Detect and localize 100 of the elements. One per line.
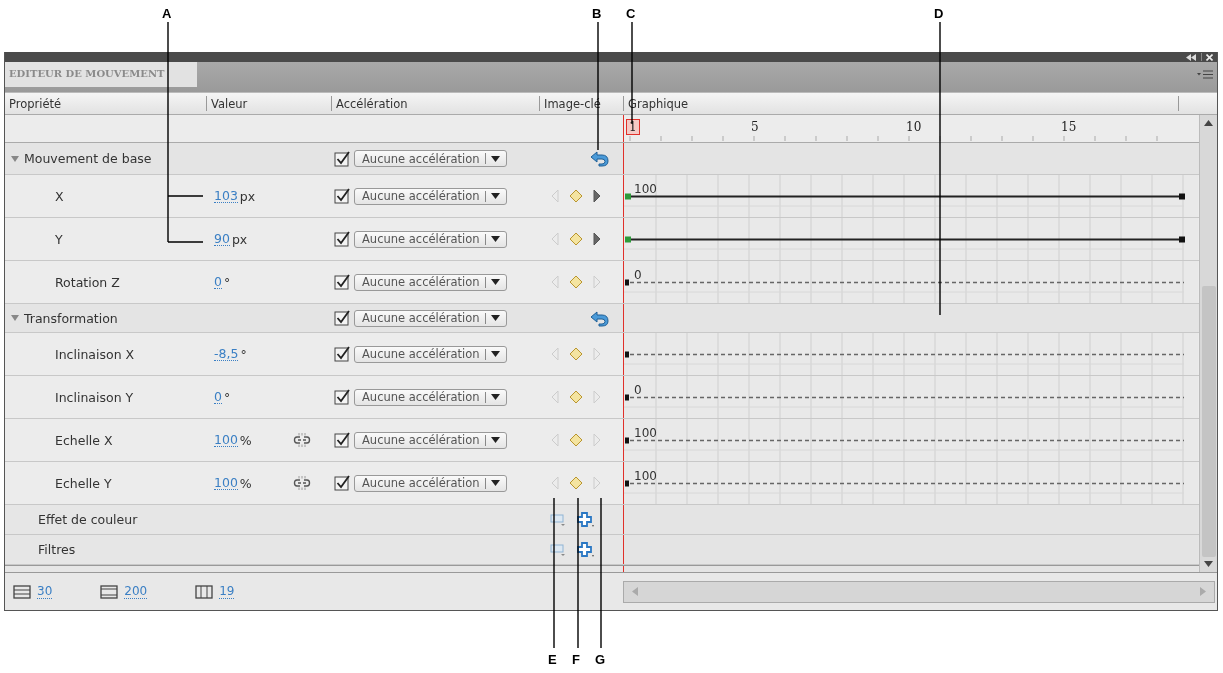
section-row[interactable]: Filtres bbox=[5, 535, 1199, 565]
dropdown-arrow-icon bbox=[490, 193, 500, 199]
easing-checkbox[interactable] bbox=[334, 475, 350, 491]
next-keyframe-icon[interactable] bbox=[592, 232, 602, 246]
section-label: Effet de couleur bbox=[37, 511, 139, 529]
easing-checkbox[interactable] bbox=[334, 389, 350, 405]
graph-value: 100 bbox=[634, 182, 657, 196]
expand-arrow-icon[interactable] bbox=[11, 155, 19, 162]
value-link[interactable]: 100 bbox=[214, 433, 238, 447]
callout-letter: D bbox=[934, 6, 944, 21]
easing-checkbox[interactable] bbox=[334, 310, 350, 326]
vertical-scrollbar[interactable] bbox=[1199, 115, 1217, 572]
easing-dropdown[interactable]: Aucune accélération bbox=[354, 187, 507, 205]
chain-icon[interactable] bbox=[293, 476, 311, 490]
scroll-up-icon[interactable] bbox=[1204, 120, 1213, 126]
footer-value-link[interactable]: 30 bbox=[37, 584, 53, 599]
easing-dropdown[interactable]: Aucune accélération bbox=[354, 345, 507, 363]
easing-checkbox[interactable] bbox=[334, 231, 350, 247]
callout-letter: F bbox=[572, 652, 580, 667]
group-row[interactable]: Transformation Aucune accélération bbox=[5, 304, 1199, 333]
unit-label: px bbox=[239, 188, 256, 204]
property-label: Echelle Y bbox=[54, 474, 113, 493]
unit-label: ° bbox=[223, 389, 231, 405]
frame-number: 10 bbox=[906, 120, 922, 134]
callout-letter: A bbox=[162, 6, 172, 21]
keyframe-diamond-icon[interactable] bbox=[569, 433, 583, 447]
frame-number: 15 bbox=[1061, 120, 1077, 134]
group-label: Transformation bbox=[24, 310, 118, 326]
current-frame-marker[interactable]: 1 bbox=[626, 119, 640, 135]
value-link[interactable]: 0 bbox=[214, 275, 222, 289]
callout-letter: C bbox=[626, 6, 636, 21]
callout-letter: B bbox=[592, 6, 602, 21]
value-link[interactable]: 103 bbox=[214, 189, 238, 203]
property-label: Rotation Z bbox=[54, 273, 121, 292]
keyframe-diamond-icon[interactable] bbox=[569, 275, 583, 289]
easing-dropdown[interactable]: Aucune accélération bbox=[354, 230, 507, 248]
footer-value-link[interactable]: 200 bbox=[124, 584, 148, 599]
graph-value: 0 bbox=[634, 383, 642, 397]
next-keyframe-icon[interactable] bbox=[592, 189, 602, 203]
section-label: Filtres bbox=[37, 541, 77, 559]
easing-checkbox[interactable] bbox=[334, 150, 350, 167]
graph-curve[interactable] bbox=[625, 193, 1185, 200]
easing-checkbox[interactable] bbox=[334, 274, 350, 290]
menu-icon[interactable] bbox=[1197, 70, 1213, 79]
easing-dropdown[interactable]: Aucune accélération bbox=[354, 150, 507, 167]
keyframe-diamond-icon[interactable] bbox=[569, 390, 583, 404]
dropdown-arrow-icon bbox=[490, 437, 500, 443]
add-icon[interactable] bbox=[577, 511, 595, 528]
property-label: X bbox=[54, 187, 65, 206]
keyframe-diamond-icon[interactable] bbox=[569, 232, 583, 246]
remove-filter-icon[interactable] bbox=[550, 542, 568, 557]
close-icon[interactable] bbox=[1206, 53, 1213, 61]
frame-number: 5 bbox=[751, 120, 759, 134]
column-header: Propriété bbox=[8, 96, 63, 111]
value-link[interactable]: 100 bbox=[214, 476, 238, 490]
dropdown-arrow-icon bbox=[490, 394, 500, 400]
unit-label: ° bbox=[240, 346, 247, 362]
dropdown-arrow-icon bbox=[490, 480, 500, 486]
dropdown-arrow-icon bbox=[490, 279, 500, 285]
easing-dropdown[interactable]: Aucune accélération bbox=[354, 273, 507, 291]
unit-label: % bbox=[239, 432, 252, 448]
easing-dropdown[interactable]: Aucune accélération bbox=[354, 309, 507, 327]
unit-label: px bbox=[231, 231, 248, 247]
dropdown-arrow-icon bbox=[490, 236, 500, 242]
columns-icon bbox=[195, 584, 214, 599]
keyframe-diamond-icon[interactable] bbox=[569, 347, 583, 361]
reset-arrow-icon[interactable] bbox=[588, 150, 610, 167]
value-link[interactable]: 90 bbox=[214, 232, 230, 246]
easing-dropdown[interactable]: Aucune accélération bbox=[354, 388, 507, 406]
keyframe-diamond-icon[interactable] bbox=[569, 189, 583, 203]
chain-icon[interactable] bbox=[293, 433, 311, 447]
unit-label: % bbox=[239, 475, 252, 491]
graph-curve[interactable] bbox=[625, 236, 1185, 243]
property-label: Y bbox=[54, 230, 64, 249]
remove-filter-icon[interactable] bbox=[550, 512, 568, 527]
easing-checkbox[interactable] bbox=[334, 432, 350, 448]
section-row[interactable]: Effet de couleur bbox=[5, 505, 1199, 535]
dropdown-arrow-icon bbox=[490, 351, 500, 357]
easing-checkbox[interactable] bbox=[334, 346, 350, 362]
unit-label: ° bbox=[223, 274, 231, 290]
column-header: Accélération bbox=[331, 96, 539, 111]
dropdown-arrow-icon bbox=[490, 155, 500, 162]
dropdown-arrow-icon bbox=[490, 315, 500, 321]
expand-arrow-icon[interactable] bbox=[11, 315, 19, 321]
reset-arrow-icon[interactable] bbox=[588, 309, 610, 327]
keyframe-diamond-icon[interactable] bbox=[569, 476, 583, 490]
add-icon[interactable] bbox=[577, 541, 595, 558]
easing-dropdown[interactable]: Aucune accélération bbox=[354, 474, 507, 492]
footer-value-link[interactable]: 19 bbox=[219, 584, 235, 599]
easing-checkbox[interactable] bbox=[334, 188, 350, 204]
scroll-down-icon[interactable] bbox=[1204, 561, 1213, 567]
easing-dropdown[interactable]: Aucune accélération bbox=[354, 431, 507, 449]
value-link[interactable]: 0 bbox=[214, 390, 222, 404]
group-label: Mouvement de base bbox=[24, 151, 152, 166]
value-link[interactable]: -8,5 bbox=[214, 347, 239, 361]
group-row[interactable]: Mouvement de base Aucune accélération bbox=[5, 143, 1199, 175]
graph-value: 100 bbox=[634, 426, 657, 440]
property-label: Inclinaison X bbox=[54, 345, 136, 364]
property-label: Inclinaison Y bbox=[54, 388, 135, 407]
row-height-icon bbox=[100, 584, 119, 599]
